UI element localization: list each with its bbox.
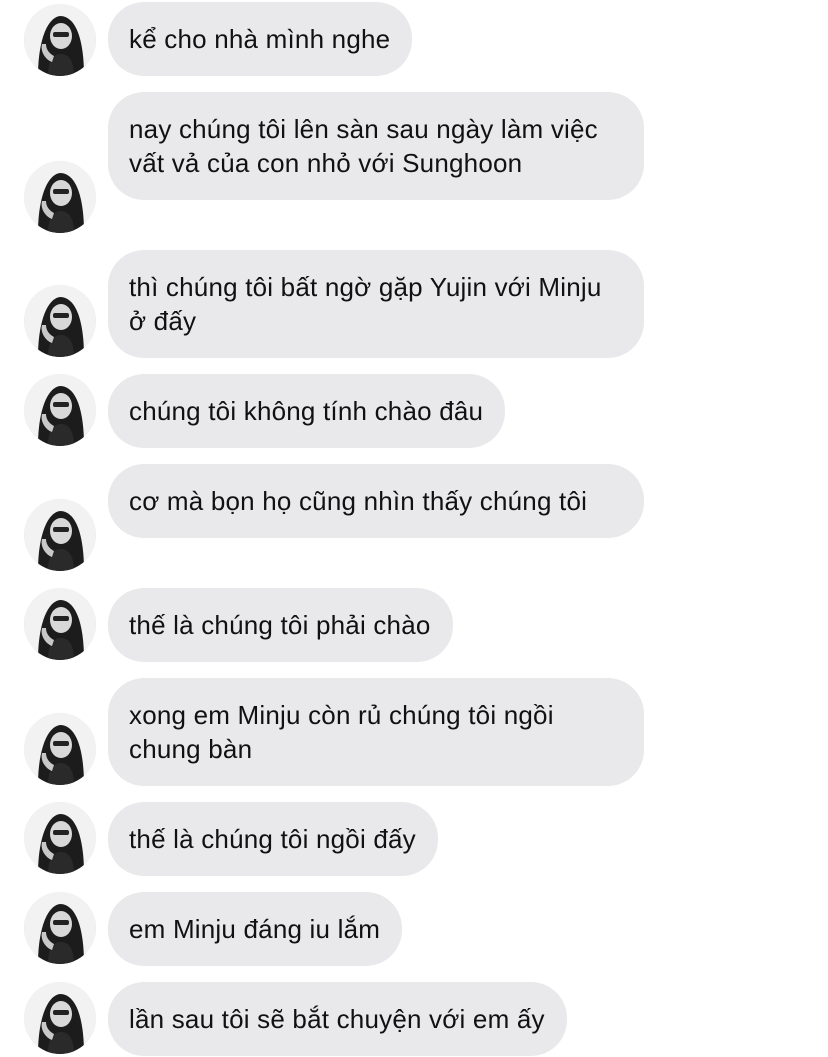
message-text: lần sau tôi sẽ bắt chuyện với em ấy xyxy=(129,1004,545,1034)
message-text: thì chúng tôi bất ngờ gặp Yujin với Minj… xyxy=(129,272,602,336)
message-bubble[interactable]: nay chúng tôi lên sàn sau ngày làm việc … xyxy=(108,92,644,200)
message-bubble[interactable]: chúng tôi không tính chào đâu xyxy=(108,374,506,448)
message-text: xong em Minju còn rủ chúng tôi ngồi chun… xyxy=(129,700,554,764)
avatar[interactable] xyxy=(24,982,96,1054)
message-thread: kể cho nhà mình nghe nay chúng tôi lên s… xyxy=(0,0,828,1057)
message-text: chúng tôi không tính chào đâu xyxy=(129,396,484,426)
avatar-photo-icon xyxy=(24,982,96,1054)
avatar-photo-icon xyxy=(24,374,96,446)
message-row: nay chúng tôi lên sàn sau ngày làm việc … xyxy=(0,92,828,233)
message-text: em Minju đáng iu lắm xyxy=(129,914,381,944)
message-text: nay chúng tôi lên sàn sau ngày làm việc … xyxy=(129,114,598,178)
avatar[interactable] xyxy=(24,374,96,446)
avatar[interactable] xyxy=(24,588,96,660)
avatar-photo-icon xyxy=(24,713,96,785)
message-bubble[interactable]: thì chúng tôi bất ngờ gặp Yujin với Minj… xyxy=(108,250,644,358)
avatar[interactable] xyxy=(24,161,96,233)
message-bubble[interactable]: em Minju đáng iu lắm xyxy=(108,892,403,966)
avatar-photo-icon xyxy=(24,285,96,357)
message-row: kể cho nhà mình nghe xyxy=(0,2,828,76)
message-row: chúng tôi không tính chào đâu xyxy=(0,374,828,448)
avatar[interactable] xyxy=(24,499,96,571)
message-bubble[interactable]: kể cho nhà mình nghe xyxy=(108,2,413,76)
message-bubble[interactable]: lần sau tôi sẽ bắt chuyện với em ấy xyxy=(108,982,567,1056)
message-row: thế là chúng tôi ngồi đấy xyxy=(0,802,828,876)
message-row: em Minju đáng iu lắm xyxy=(0,892,828,966)
message-text: cơ mà bọn họ cũng nhìn thấy chúng tôi xyxy=(129,486,588,516)
message-text: kể cho nhà mình nghe xyxy=(129,24,391,54)
avatar[interactable] xyxy=(24,802,96,874)
avatar-photo-icon xyxy=(24,892,96,964)
message-bubble[interactable]: thế là chúng tôi phải chào xyxy=(108,588,453,662)
avatar-photo-icon xyxy=(24,499,96,571)
avatar[interactable] xyxy=(24,285,96,357)
avatar-photo-icon xyxy=(24,588,96,660)
message-text: thế là chúng tôi ngồi đấy xyxy=(129,824,416,854)
avatar[interactable] xyxy=(24,713,96,785)
message-row: lần sau tôi sẽ bắt chuyện với em ấy xyxy=(0,982,828,1056)
message-row: thế là chúng tôi phải chào xyxy=(0,588,828,662)
message-row: cơ mà bọn họ cũng nhìn thấy chúng tôi xyxy=(0,464,828,571)
message-text: thế là chúng tôi phải chào xyxy=(129,610,431,640)
message-bubble[interactable]: cơ mà bọn họ cũng nhìn thấy chúng tôi xyxy=(108,464,644,538)
avatar-photo-icon xyxy=(24,4,96,76)
avatar[interactable] xyxy=(24,4,96,76)
avatar-photo-icon xyxy=(24,161,96,233)
message-bubble[interactable]: xong em Minju còn rủ chúng tôi ngồi chun… xyxy=(108,678,644,786)
avatar-photo-icon xyxy=(24,802,96,874)
message-row: thì chúng tôi bất ngờ gặp Yujin với Minj… xyxy=(0,250,828,358)
avatar[interactable] xyxy=(24,892,96,964)
message-row: xong em Minju còn rủ chúng tôi ngồi chun… xyxy=(0,678,828,786)
message-bubble[interactable]: thế là chúng tôi ngồi đấy xyxy=(108,802,438,876)
